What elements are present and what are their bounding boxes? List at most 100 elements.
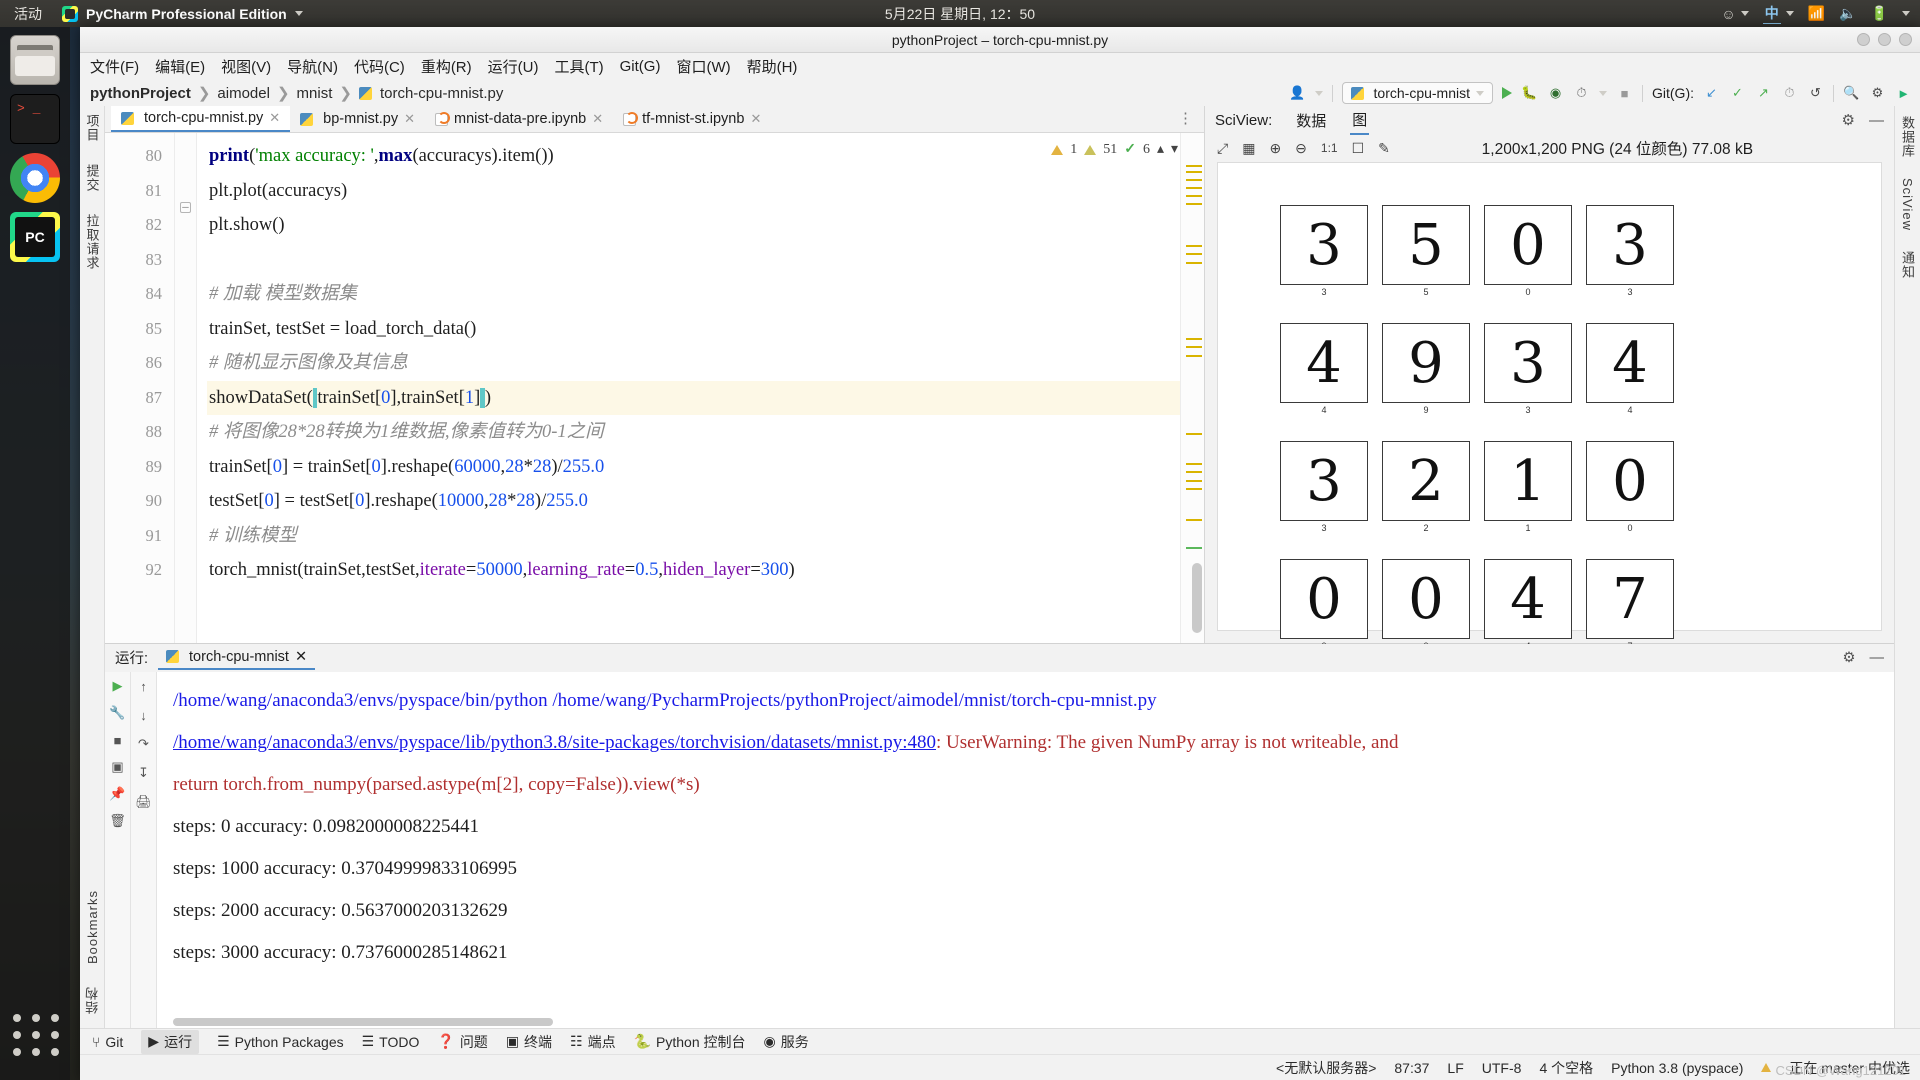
run-button[interactable] — [1502, 87, 1512, 99]
rerun-icon[interactable]: ▶ — [110, 678, 125, 694]
commit-icon[interactable]: ✓ — [1729, 85, 1746, 102]
code-line[interactable]: # 训练模型 — [207, 519, 1180, 554]
chevron-up-icon[interactable]: ▴ — [1157, 141, 1164, 158]
soft-wrap-icon[interactable]: ↷ — [136, 736, 151, 752]
profile-button[interactable]: ⏱ — [1573, 85, 1590, 102]
zoom-out-icon[interactable]: ⊖ — [1295, 140, 1307, 157]
close-icon[interactable]: ✕ — [295, 649, 307, 665]
menu-window[interactable]: 窗口(W) — [676, 56, 730, 77]
gear-icon[interactable]: ⚙ — [1843, 650, 1856, 666]
inspection-widget[interactable]: 1 51 ✓ 6 ▴ ▾ — [1051, 141, 1178, 158]
menu-code[interactable]: 代码(C) — [354, 56, 405, 77]
dock-item-files[interactable] — [10, 35, 60, 85]
active-app-menu[interactable]: PyCharm Professional Edition — [54, 5, 311, 22]
accessibility-icon[interactable]: ☺ — [1721, 6, 1749, 22]
bottom-item-python-console[interactable]: 🐍 Python 控制台 — [634, 1032, 746, 1052]
menu-edit[interactable]: 编辑(E) — [155, 56, 205, 77]
actual-size-icon[interactable]: 1:1 — [1321, 141, 1338, 155]
print-icon[interactable]: ▣ — [110, 759, 125, 775]
chevron-down-icon[interactable]: ▾ — [1171, 141, 1178, 158]
minimize-icon[interactable]: — — [1869, 112, 1884, 129]
breadcrumb-aimodel[interactable]: aimodel — [217, 85, 270, 102]
editor-scrollbar[interactable] — [1192, 563, 1202, 633]
fit-screen-icon[interactable]: ☐ — [1352, 140, 1365, 157]
sidebar-item-notifications[interactable]: 通知 — [1898, 251, 1917, 279]
code-line[interactable]: plt.show() — [207, 208, 1180, 243]
status-server[interactable]: <无默认服务器> — [1276, 1058, 1376, 1078]
code-line[interactable]: plt.plot(accuracys) — [207, 174, 1180, 209]
bottom-item-git[interactable]: ⑂ Git — [92, 1034, 123, 1050]
gear-icon[interactable]: ⚙ — [1869, 85, 1886, 102]
configure-icon[interactable]: 🔧 — [109, 705, 125, 721]
status-indent[interactable]: 4 个空格 — [1539, 1058, 1593, 1078]
tab-sciview-plots[interactable]: 图 — [1350, 106, 1370, 135]
close-icon[interactable]: ✕ — [750, 111, 761, 127]
update-project-icon[interactable]: ↙ — [1703, 85, 1720, 102]
code-line[interactable]: # 加载 模型数据集 — [207, 277, 1180, 312]
status-encoding[interactable]: UTF-8 — [1482, 1060, 1522, 1076]
tab-bp-mnist[interactable]: bp-mnist.py ✕ — [290, 106, 425, 132]
stop-icon[interactable]: ■ — [110, 733, 125, 748]
menu-navigate[interactable]: 导航(N) — [287, 56, 338, 77]
fit-icon[interactable]: ⤢ — [1217, 140, 1228, 157]
user-avatar-icon[interactable]: 👤 — [1289, 85, 1306, 102]
show-applications-button[interactable] — [13, 1014, 61, 1056]
fold-marker[interactable]: ─ — [180, 202, 191, 213]
menu-refactor[interactable]: 重构(R) — [421, 56, 472, 77]
battery-icon[interactable]: 🔋 — [1871, 5, 1888, 22]
breadcrumb-file[interactable]: torch-cpu-mnist.py — [380, 85, 503, 102]
chevron-down-icon[interactable] — [1599, 90, 1607, 96]
sidebar-item-sciview[interactable]: SciView — [1900, 178, 1915, 231]
menu-git[interactable]: Git(G) — [620, 58, 661, 75]
down-arrow-icon[interactable]: ↓ — [136, 708, 151, 723]
scroll-to-end-icon[interactable]: ↧ — [136, 765, 151, 781]
menu-view[interactable]: 视图(V) — [221, 56, 271, 77]
error-stripe-gutter[interactable] — [1180, 133, 1204, 643]
code-line[interactable]: torch_mnist(trainSet,testSet,iterate=500… — [207, 553, 1180, 588]
menu-run[interactable]: 运行(U) — [488, 56, 539, 77]
status-line-separator[interactable]: LF — [1447, 1060, 1463, 1076]
color-picker-icon[interactable]: ✎ — [1378, 140, 1390, 157]
code-area[interactable]: 80 81 82 83 84 85 86 87 88 89 90 91 92 ─ print('max … — [105, 133, 1204, 643]
code-line[interactable]: showDataSet( trainSet[0],trainSet[1] ) — [207, 380, 1180, 415]
run-tab[interactable]: torch-cpu-mnist ✕ — [158, 646, 316, 670]
code-line[interactable]: # 将图像28*28转换为1维数据,像素值转为0-1之间 — [207, 415, 1180, 450]
bottom-item-run[interactable]: ▶ 运行 — [141, 1029, 200, 1054]
sidebar-item-commit[interactable]: 提交 — [83, 164, 102, 192]
sidebar-item-project[interactable]: 项目 — [83, 114, 102, 142]
tab-tf-mnist-st[interactable]: tf-mnist-st.ipynb ✕ — [613, 106, 771, 132]
maximize-button[interactable] — [1878, 33, 1891, 46]
coverage-button[interactable]: ◉ — [1547, 85, 1564, 102]
tab-mnist-data-pre[interactable]: mnist-data-pre.ipynb ✕ — [425, 106, 613, 132]
grid-icon[interactable]: ▦ — [1242, 140, 1255, 157]
bottom-item-services[interactable]: ◉ 服务 — [764, 1032, 809, 1052]
ide-logo-icon[interactable]: ► — [1895, 85, 1912, 102]
chevron-down-icon[interactable] — [1314, 90, 1323, 96]
bottom-item-todo[interactable]: ☰ TODO — [362, 1033, 420, 1050]
history-icon[interactable]: ⏱ — [1781, 85, 1798, 102]
volume-icon[interactable]: 🔈 — [1839, 5, 1856, 22]
breadcrumb-mnist[interactable]: mnist — [297, 85, 333, 102]
status-caret-position[interactable]: 87:37 — [1394, 1060, 1429, 1076]
rollback-icon[interactable]: ↺ — [1807, 85, 1824, 102]
code-line[interactable]: print('max accuracy: ',max(accuracys).it… — [207, 139, 1180, 174]
code-folding-gutter[interactable]: ─ — [175, 133, 197, 643]
bottom-item-python-packages[interactable]: ☰ Python Packages — [217, 1033, 344, 1050]
code-line[interactable]: # 随机显示图像及其信息 — [207, 346, 1180, 381]
push-icon[interactable]: ↗ — [1755, 85, 1772, 102]
code-line[interactable] — [207, 243, 1180, 278]
ime-indicator[interactable]: 中 — [1762, 3, 1794, 24]
up-arrow-icon[interactable]: ↑ — [136, 679, 151, 694]
minimize-icon[interactable]: — — [1870, 650, 1885, 666]
zoom-in-icon[interactable]: ⊕ — [1269, 140, 1281, 157]
close-icon[interactable]: ✕ — [269, 110, 280, 126]
code-line[interactable]: testSet[0] = testSet[0].reshape(10000,28… — [207, 484, 1180, 519]
tab-torch-cpu-mnist[interactable]: torch-cpu-mnist.py ✕ — [111, 106, 291, 132]
sidebar-item-pull-requests[interactable]: 拉取请求 — [83, 214, 102, 270]
console-output[interactable]: /home/wang/anaconda3/envs/pyspace/bin/py… — [157, 672, 1894, 1028]
code-line[interactable]: trainSet, testSet = load_torch_data() — [207, 312, 1180, 347]
menu-help[interactable]: 帮助(H) — [747, 56, 798, 77]
sidebar-item-structure[interactable]: 结构 — [83, 986, 102, 1014]
bottom-item-terminal[interactable]: ▣ 终端 — [506, 1032, 552, 1052]
tabs-overflow-icon[interactable]: ⋮ — [1178, 109, 1194, 127]
